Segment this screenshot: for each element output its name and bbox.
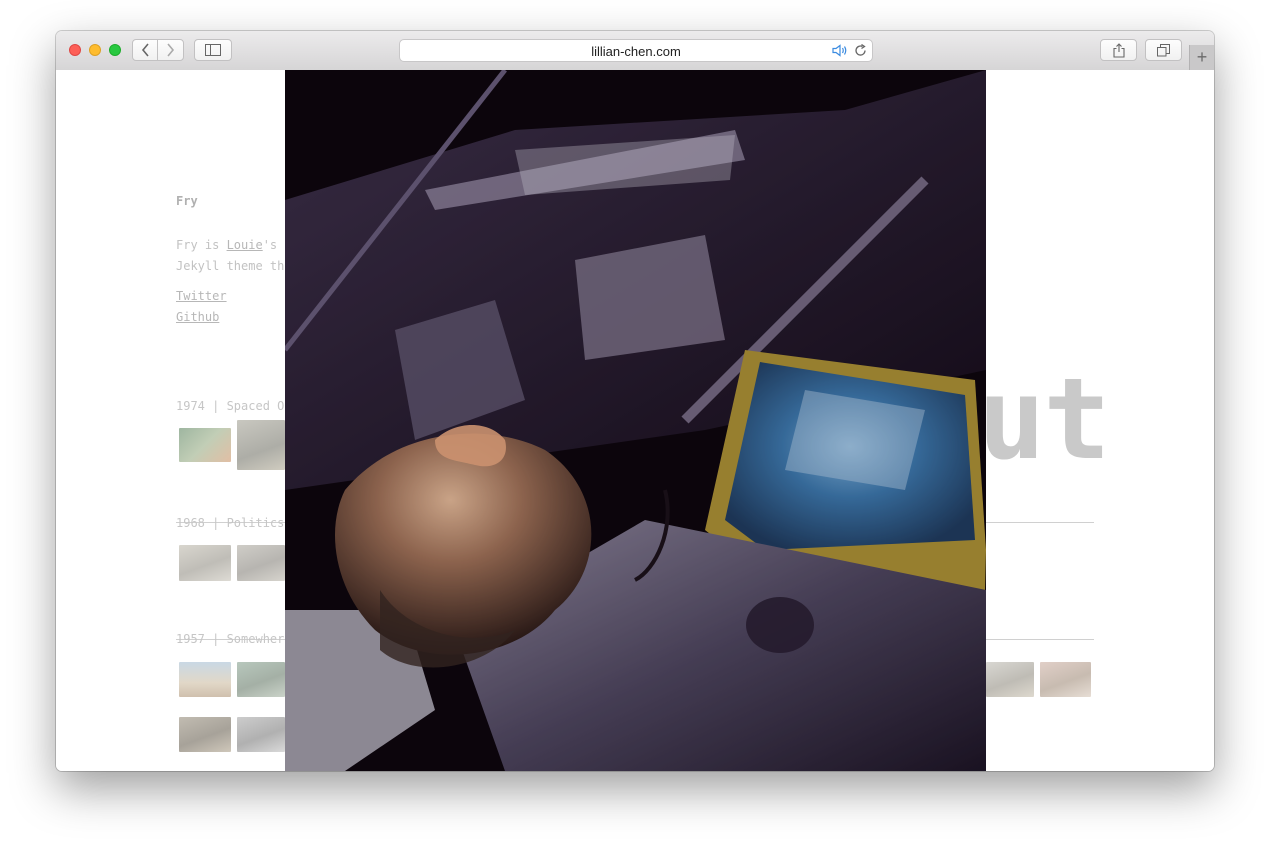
back-button[interactable] bbox=[132, 39, 158, 61]
chevron-right-icon bbox=[167, 43, 175, 57]
forward-button[interactable] bbox=[157, 39, 184, 61]
speaker-icon[interactable] bbox=[832, 44, 848, 62]
lightbox-photo[interactable] bbox=[285, 70, 986, 771]
social-links: Twitter Github bbox=[176, 286, 227, 328]
twitter-link[interactable]: Twitter bbox=[176, 286, 227, 307]
address-url: lillian-chen.com bbox=[591, 44, 681, 59]
photo-thumbnail[interactable] bbox=[237, 717, 285, 752]
photo-thumbnail[interactable] bbox=[237, 545, 285, 581]
intro-prefix: Fry is bbox=[176, 238, 227, 252]
section-title-1968: 1968 | Politics bbox=[176, 516, 285, 530]
new-tab-button[interactable]: + bbox=[1189, 45, 1214, 70]
close-window-button[interactable] bbox=[69, 44, 81, 56]
sidebar-icon bbox=[205, 44, 221, 56]
photo-thumbnail[interactable] bbox=[179, 717, 231, 752]
sidebar-toggle-button[interactable] bbox=[194, 39, 232, 61]
photo-thumbnail[interactable] bbox=[179, 428, 231, 462]
background-heading: ut bbox=[978, 355, 1111, 485]
page-content: Fry Fry is Louie's m Jekyll theme tho Tw… bbox=[56, 70, 1214, 771]
site-title: Fry bbox=[176, 194, 198, 208]
share-button[interactable] bbox=[1100, 39, 1137, 61]
photo-thumbnail[interactable] bbox=[986, 662, 1034, 697]
section-title-1974: 1974 | Spaced Ou bbox=[176, 399, 292, 413]
reload-icon[interactable] bbox=[854, 43, 867, 62]
tab-overview-button[interactable] bbox=[1145, 39, 1182, 61]
address-bar[interactable]: lillian-chen.com bbox=[399, 39, 873, 62]
louie-link[interactable]: Louie bbox=[227, 238, 263, 252]
intro-line-2: Jekyll theme tho bbox=[176, 259, 292, 273]
github-link[interactable]: Github bbox=[176, 307, 227, 328]
minimize-window-button[interactable] bbox=[89, 44, 101, 56]
photo-thumbnail[interactable] bbox=[1040, 662, 1091, 697]
zoom-window-button[interactable] bbox=[109, 44, 121, 56]
browser-window: lillian-chen.com + Fry Fry is Louie's m … bbox=[56, 31, 1214, 771]
tabs-icon bbox=[1157, 43, 1170, 56]
section-title-1957: 1957 | Somewhere bbox=[176, 632, 292, 646]
photo-thumbnail[interactable] bbox=[179, 662, 231, 697]
photo-thumbnail[interactable] bbox=[179, 545, 231, 581]
browser-toolbar: lillian-chen.com + bbox=[56, 31, 1214, 71]
share-icon bbox=[1112, 42, 1125, 58]
photo-thumbnail[interactable] bbox=[237, 662, 285, 697]
astronaut-photo bbox=[285, 70, 986, 771]
photo-thumbnail[interactable] bbox=[237, 420, 285, 470]
intro-text: Fry is Louie's m Jekyll theme tho bbox=[176, 235, 292, 277]
chevron-left-icon bbox=[141, 43, 149, 57]
